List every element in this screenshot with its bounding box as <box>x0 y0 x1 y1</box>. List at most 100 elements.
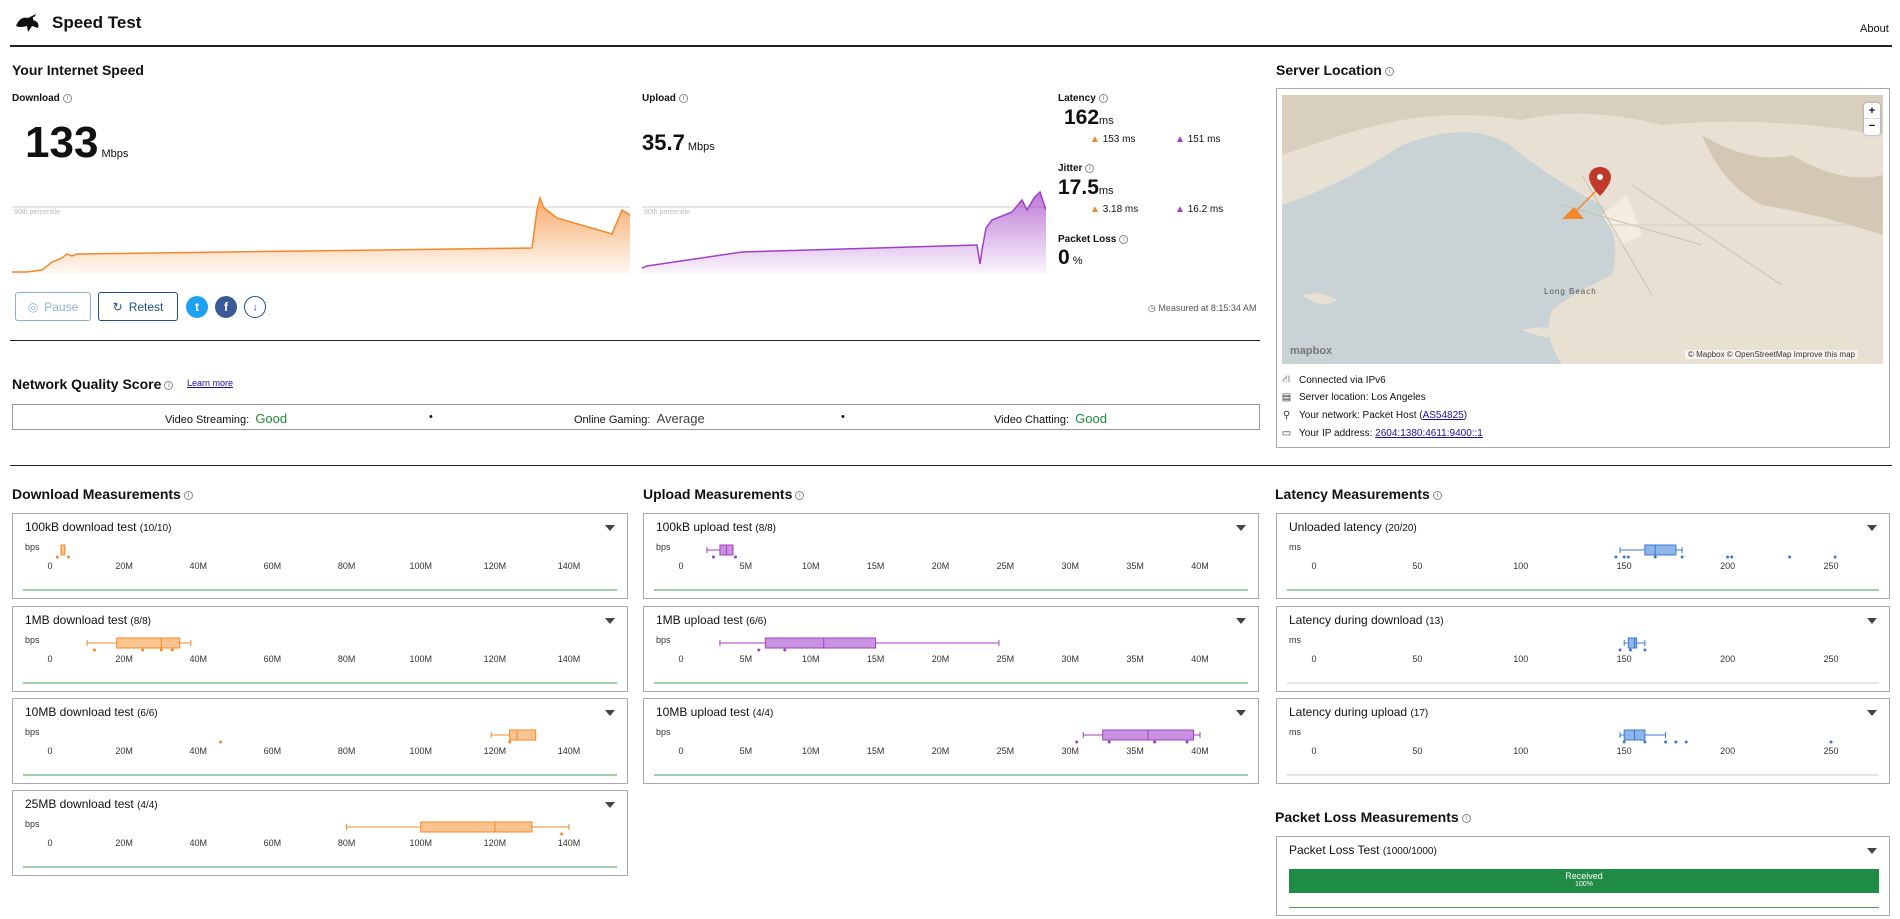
network-row: ⚲ Your network: Packet Host (AS54825) <box>1282 410 1468 421</box>
ip-link[interactable]: 2604:1380:4611:9400::1 <box>1375 428 1483 439</box>
data-point <box>1643 740 1647 744</box>
tick-label: 120M <box>484 654 507 664</box>
measured-at: ◷ Measured at 8:15:34 AM <box>1148 303 1257 313</box>
network-icon: ⛙ <box>1282 374 1291 385</box>
chevron-down-icon[interactable] <box>605 802 615 808</box>
info-icon: i <box>795 490 805 500</box>
data-point <box>1614 555 1618 559</box>
iqr-box <box>60 544 66 556</box>
tick-label: 35M <box>1126 654 1144 664</box>
app-title: Speed Test <box>52 13 142 32</box>
measurement-card: Unloaded latency (20/20) ms 0 50 100 150 200 2… <box>1276 513 1890 599</box>
measurement-plot: bps 0 20M 40M 60M 80M 100M 120M 140M <box>23 819 617 868</box>
download-arrow-icon: ▲ <box>1090 134 1100 145</box>
download-results-icon[interactable]: ↓ <box>244 296 266 318</box>
twitter-share-icon[interactable]: t <box>186 296 208 318</box>
asn-link[interactable]: AS54825 <box>1423 410 1464 421</box>
measurement-title: 100kB upload test (8/8) <box>656 520 776 534</box>
tick-label: 30M <box>1061 746 1079 756</box>
improve-map-link[interactable]: Improve this map <box>1794 350 1855 359</box>
axis-unit: bps <box>25 819 40 829</box>
tick-label: 100 <box>1513 654 1528 664</box>
pause-button[interactable]: ◎ Pause <box>15 292 91 321</box>
chevron-down-icon[interactable] <box>1867 710 1877 716</box>
axis-unit: bps <box>656 542 671 552</box>
location-pin-icon: ⚲ <box>1282 410 1291 421</box>
packet-loss-label: Packet Loss i <box>1058 234 1129 245</box>
iqr-box <box>764 637 877 649</box>
about-link[interactable]: About <box>1860 23 1889 35</box>
data-point <box>757 648 761 652</box>
data-point <box>219 740 223 744</box>
measurement-title: 25MB download test (4/4) <box>25 797 158 811</box>
retest-button[interactable]: ↻ Retest <box>98 292 178 321</box>
clock-icon: ◷ <box>1148 303 1156 313</box>
latency-download: ▲ 153 ms <box>1090 134 1136 145</box>
download-percentile-label: 90th percentile <box>14 209 60 216</box>
server-icon: ▤ <box>1281 392 1292 403</box>
zoom-out-button[interactable]: − <box>1864 119 1880 135</box>
tick-label: 100 <box>1513 561 1528 571</box>
tick-label: 200 <box>1720 746 1735 756</box>
zoom-in-button[interactable]: + <box>1864 103 1880 119</box>
data-point <box>1626 555 1630 559</box>
measurement-card: 100kB upload test (8/8) bps 0 5M 10M 15M 20M 2… <box>643 513 1259 599</box>
tick-label: 100M <box>409 746 432 756</box>
data-point <box>508 740 512 744</box>
data-point <box>55 555 59 559</box>
speed-divider <box>10 340 1260 341</box>
data-point <box>733 555 737 559</box>
tick-label: 5M <box>740 561 753 571</box>
refresh-icon: ↻ <box>112 299 123 314</box>
axis-unit: bps <box>25 727 40 737</box>
chevron-down-icon[interactable] <box>1236 618 1246 624</box>
packet-loss-value: 0 % <box>1058 246 1083 269</box>
chevron-down-icon[interactable] <box>1867 618 1877 624</box>
upload-label: Upload i <box>642 93 688 104</box>
tick-label: 20M <box>115 654 133 664</box>
measurement-plot: ms 0 50 100 150 200 250 <box>1287 542 1879 591</box>
tick-label: 140M <box>558 838 581 848</box>
app-logo-icon <box>14 12 42 37</box>
tick-label: 20M <box>932 561 950 571</box>
info-icon: i <box>1085 163 1095 173</box>
tick-label: 10M <box>802 654 820 664</box>
chevron-down-icon[interactable] <box>605 710 615 716</box>
tick-label: 120M <box>484 746 507 756</box>
server-map[interactable]: Long Beach mapbox © Mapbox © OpenStreetM… <box>1282 95 1883 364</box>
tick-label: 100M <box>409 838 432 848</box>
chevron-down-icon[interactable] <box>1236 710 1246 716</box>
data-point <box>1185 740 1189 744</box>
chevron-down-icon[interactable] <box>605 525 615 531</box>
mapbox-logo[interactable]: mapbox <box>1290 345 1332 357</box>
tick-label: 20M <box>932 654 950 664</box>
measurement-title: Latency during download (13) <box>1289 613 1444 627</box>
tick-label: 250 <box>1823 654 1838 664</box>
measurement-title: 10MB download test (6/6) <box>25 705 158 719</box>
learn-more-link[interactable]: Learn more <box>187 378 233 388</box>
dot-separator: • <box>841 411 845 423</box>
chevron-down-icon[interactable] <box>1236 525 1246 531</box>
iqr-box <box>116 637 181 649</box>
tick-label: 120M <box>484 561 507 571</box>
axis-unit: ms <box>1289 542 1301 552</box>
measurement-plot: bps 0 20M 40M 60M 80M 100M 120M 140M <box>23 727 617 776</box>
chevron-down-icon[interactable] <box>605 618 615 624</box>
tick-label: 60M <box>264 746 282 756</box>
chevron-down-icon[interactable] <box>1867 525 1877 531</box>
measurement-title: 10MB upload test (4/4) <box>656 705 774 719</box>
tick-label: 20M <box>115 561 133 571</box>
data-point <box>1730 555 1734 559</box>
chevron-down-icon[interactable] <box>1867 848 1877 854</box>
tick-label: 0 <box>1311 746 1316 756</box>
facebook-share-icon[interactable]: f <box>215 296 237 318</box>
ip-card-icon: ▭ <box>1281 428 1292 439</box>
tick-label: 0 <box>678 746 683 756</box>
tick-label: 40M <box>190 746 208 756</box>
data-point <box>170 648 174 652</box>
axis-unit: ms <box>1289 727 1301 737</box>
quality-online-gaming: Online Gaming: Average <box>574 411 705 426</box>
tick-label: 40M <box>1191 561 1209 571</box>
measurement-card: Latency during upload (17) ms 0 50 100 150 20… <box>1276 698 1890 784</box>
info-icon: i <box>1384 66 1394 76</box>
